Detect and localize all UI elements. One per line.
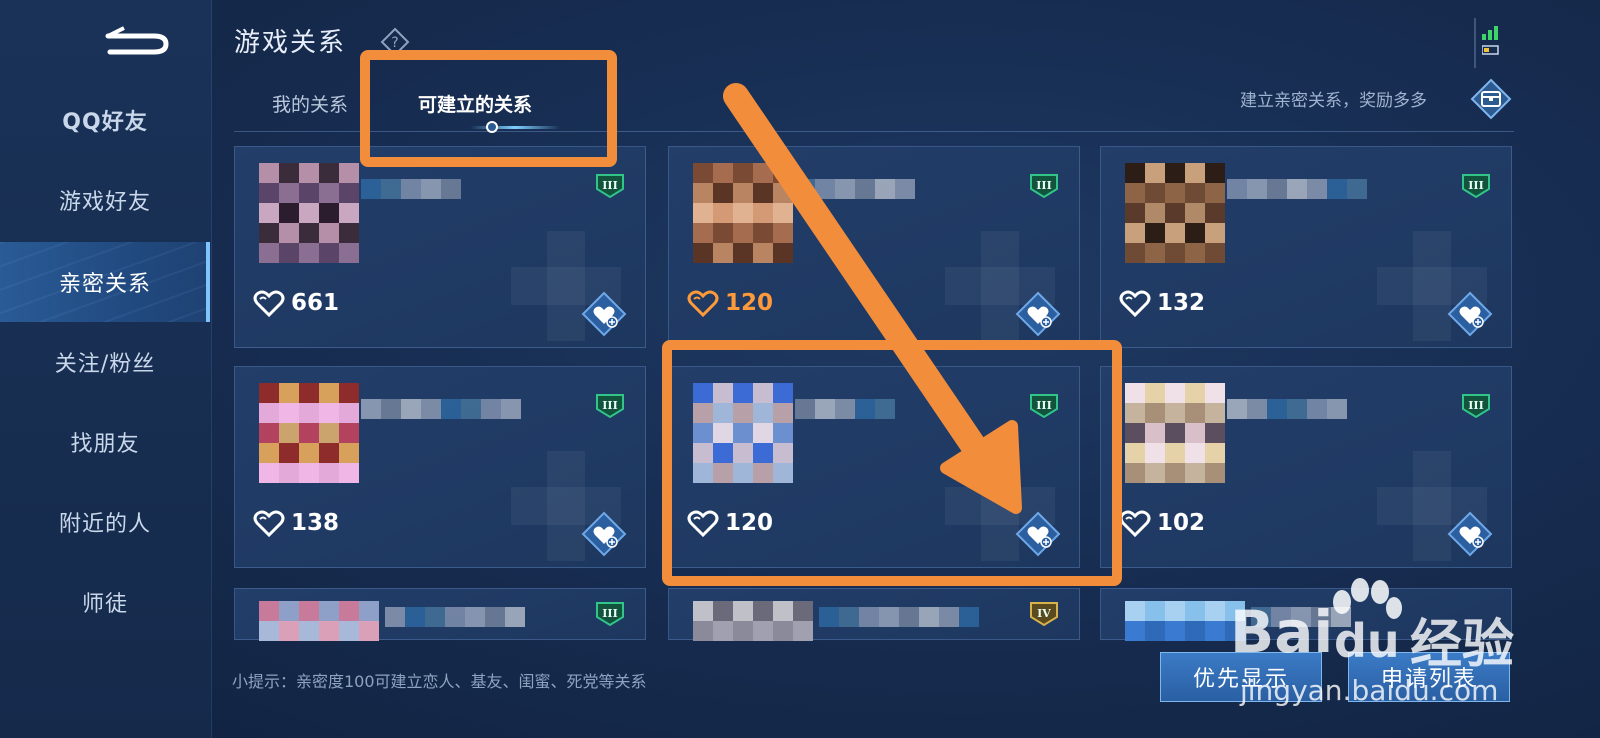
- rank-badge-label: IV: [1037, 607, 1051, 620]
- watermark-brand-mid: du: [1334, 614, 1400, 668]
- annotation-box-add-button: [662, 340, 1122, 586]
- sidebar-item-game-friends[interactable]: 游戏好友: [0, 160, 210, 240]
- baidu-watermark: Bai du 经验 jingyan.baidu.com: [1230, 578, 1600, 718]
- intimacy-value: 120: [687, 289, 773, 317]
- relation-card[interactable]: IV: [668, 588, 1080, 641]
- add-relation-button[interactable]: [581, 291, 627, 337]
- intimacy-heart-icon: [253, 510, 285, 537]
- avatar[interactable]: [259, 601, 379, 641]
- status-indicator: [1474, 18, 1504, 68]
- sidebar-item-label: 附近的人: [58, 512, 151, 537]
- watermark-url: jingyan.baidu.com: [1240, 674, 1499, 707]
- player-name-blurred: [385, 607, 525, 627]
- sidebar-item-label: 亲密关系: [58, 272, 151, 297]
- player-name-blurred: [819, 607, 979, 627]
- avatar[interactable]: [1125, 601, 1245, 641]
- tab-my-relations[interactable]: 我的关系: [272, 90, 348, 117]
- player-name-blurred: [1227, 399, 1347, 419]
- page-title: 游戏关系: [234, 28, 347, 58]
- rank-badge-label: III: [602, 399, 617, 412]
- avatar[interactable]: [693, 163, 793, 263]
- sidebar-item-mentor[interactable]: 师徒: [0, 562, 210, 642]
- avatar[interactable]: [1125, 163, 1225, 263]
- sidebar-item-label: 找朋友: [70, 432, 140, 457]
- rank-badge-label: III: [1468, 399, 1483, 412]
- intimacy-heart-icon: [1119, 510, 1151, 537]
- intimacy-number: 138: [291, 510, 340, 536]
- intimacy-number: 661: [291, 290, 340, 316]
- rank-badge-icon: III: [596, 602, 624, 627]
- treasure-chest-icon[interactable]: [1470, 78, 1512, 120]
- sidebar-item-label: 关注/粉丝: [54, 352, 156, 377]
- add-relation-button[interactable]: [1015, 291, 1061, 337]
- intimacy-heart-icon: [687, 290, 719, 317]
- avatar[interactable]: [1125, 383, 1225, 483]
- watermark-brand-right: 经验: [1410, 615, 1515, 675]
- avatar[interactable]: [693, 601, 813, 641]
- intimacy-heart-icon: [1119, 290, 1151, 317]
- rank-badge-icon: III: [596, 174, 624, 199]
- relation-card[interactable]: III 120: [668, 146, 1080, 348]
- reward-hint: 建立亲密关系，奖励多多: [1240, 91, 1427, 111]
- intimacy-value: 138: [253, 509, 339, 537]
- intimacy-number: 132: [1157, 290, 1206, 316]
- avatar[interactable]: [259, 163, 359, 263]
- avatar[interactable]: [259, 383, 359, 483]
- svg-text:?: ?: [391, 35, 398, 51]
- add-relation-button[interactable]: [581, 511, 627, 557]
- relation-card[interactable]: III: [234, 588, 646, 641]
- rank-badge-label: III: [602, 607, 617, 620]
- rank-badge-label: III: [1036, 179, 1051, 192]
- rank-badge-label: III: [1468, 179, 1483, 192]
- signal-icon: [1482, 26, 1499, 55]
- player-name-blurred: [361, 399, 521, 419]
- intimacy-value: 132: [1119, 289, 1205, 317]
- relation-card[interactable]: III 661: [234, 146, 646, 348]
- sidebar-item-label: 师徒: [81, 592, 128, 617]
- rank-badge-icon: IV: [1030, 602, 1058, 627]
- add-relation-button[interactable]: [1447, 511, 1493, 557]
- watermark-brand-left: Bai: [1230, 598, 1334, 666]
- intimacy-number: 102: [1157, 510, 1206, 536]
- intimacy-heart-icon: [253, 290, 285, 317]
- sidebar-item-qq-friends[interactable]: QQ好友: [0, 80, 210, 160]
- player-name-blurred: [361, 179, 461, 199]
- sidebar-item-label: 游戏好友: [58, 190, 151, 215]
- relation-card[interactable]: III 138: [234, 366, 646, 568]
- rank-badge-label: III: [602, 179, 617, 192]
- player-name-blurred: [795, 179, 915, 199]
- relation-card[interactable]: III 102: [1100, 366, 1512, 568]
- rank-badge-icon: III: [1462, 174, 1490, 199]
- sidebar-item-find-friends[interactable]: 找朋友: [0, 402, 210, 482]
- relation-card[interactable]: III 132: [1100, 146, 1512, 348]
- sidebar-item-nearby[interactable]: 附近的人: [0, 482, 210, 562]
- intimacy-value: 661: [253, 289, 339, 317]
- intimacy-value: 102: [1119, 509, 1205, 537]
- intimacy-number: 120: [725, 290, 774, 316]
- rank-badge-icon: III: [1030, 174, 1058, 199]
- sidebar-item-intimate-relations[interactable]: 亲密关系: [0, 242, 210, 322]
- sidebar-item-label: QQ好友: [62, 110, 148, 135]
- add-relation-button[interactable]: [1447, 291, 1493, 337]
- footer-tip: 小提示：亲密度100可建立恋人、基友、闺蜜、死党等关系: [232, 672, 647, 691]
- sidebar-item-follow-fans[interactable]: 关注/粉丝: [0, 322, 210, 402]
- sidebar: QQ好友 游戏好友 亲密关系 关注/粉丝 找朋友 附近的人 师徒: [0, 0, 212, 738]
- rank-badge-icon: III: [1462, 394, 1490, 419]
- rank-badge-icon: III: [596, 394, 624, 419]
- back-arrow-icon[interactable]: [100, 22, 172, 58]
- annotation-box-tab: [360, 50, 617, 167]
- player-name-blurred: [1227, 179, 1367, 199]
